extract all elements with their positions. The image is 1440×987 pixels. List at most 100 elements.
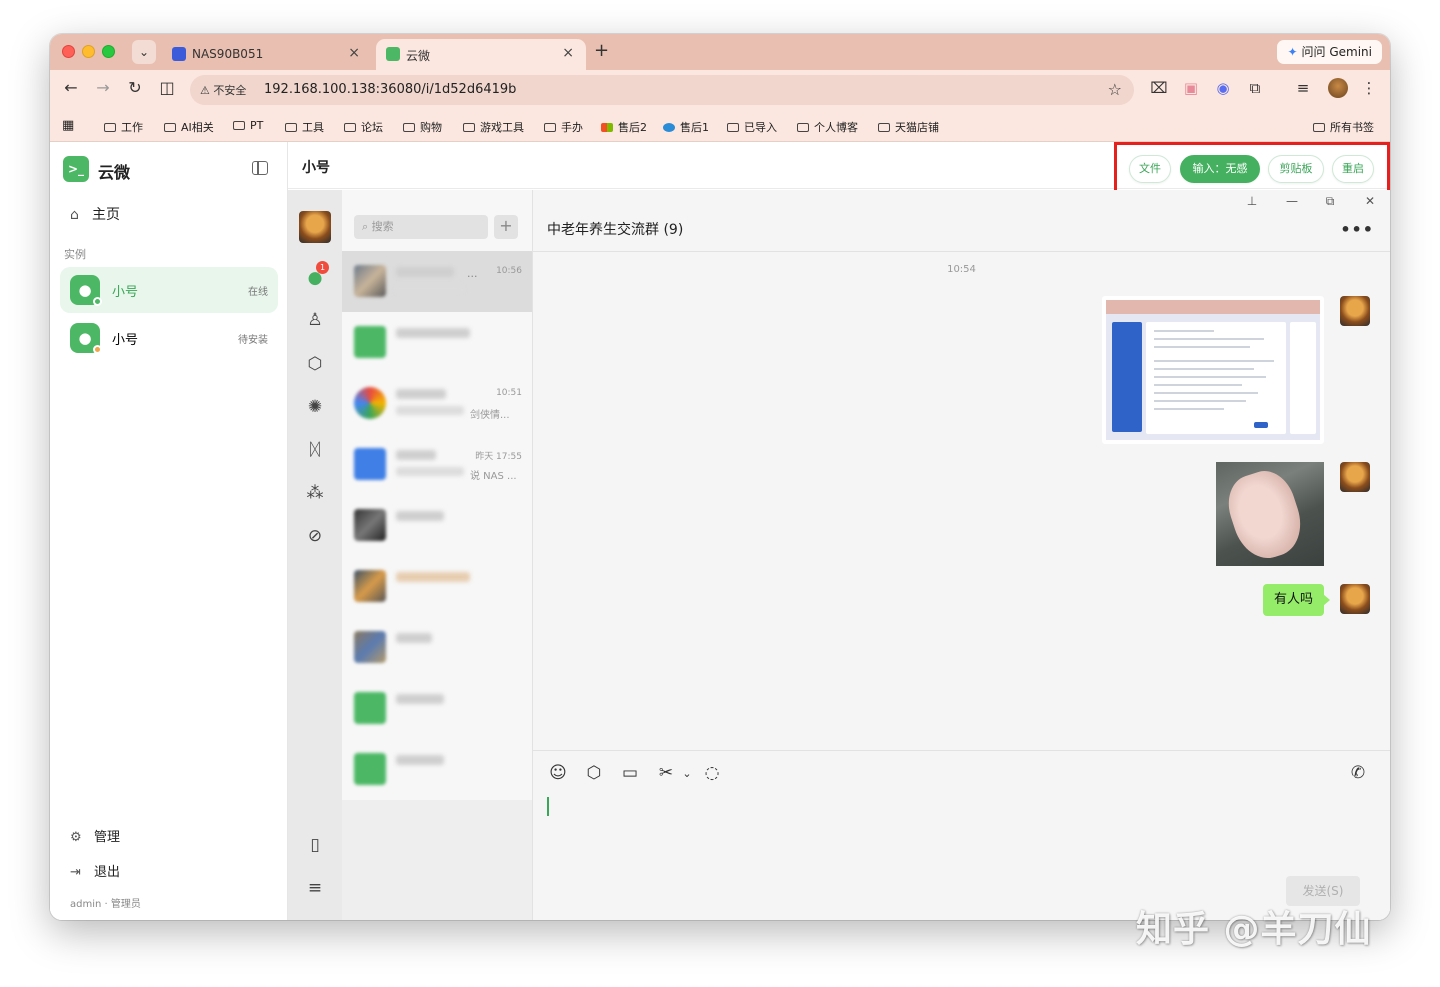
forward-arrow-icon[interactable]: → bbox=[92, 78, 114, 97]
tab-close-icon[interactable]: × bbox=[562, 45, 574, 61]
favorites-cube-icon[interactable]: ⬡ bbox=[288, 354, 342, 374]
chat-preview: 说 NAS ... bbox=[470, 471, 517, 482]
instance-item[interactable]: ● 小号 在线 bbox=[60, 267, 278, 313]
voice-call-icon[interactable]: ✆ bbox=[1347, 763, 1369, 783]
back-arrow-icon[interactable]: ← bbox=[60, 78, 82, 97]
address-bar[interactable]: ⚠ 不安全 192.168.100.138:36080/i/1d52d6419b… bbox=[190, 75, 1134, 105]
extension-blue-icon[interactable]: ◉ bbox=[1212, 79, 1234, 97]
avatar[interactable] bbox=[1340, 296, 1370, 326]
browser-tab-nas[interactable]: NAS90B051 × bbox=[162, 39, 372, 70]
bookmark-star-icon[interactable]: ☆ bbox=[1108, 80, 1122, 99]
text-input-caret[interactable] bbox=[547, 797, 549, 816]
all-bookmarks-folder[interactable]: 所有书签 bbox=[1313, 119, 1374, 135]
avatar[interactable] bbox=[1340, 462, 1370, 492]
browser-menu-icon[interactable]: ⋮ bbox=[1358, 79, 1380, 97]
instance-item[interactable]: ● 小号 待安装 bbox=[60, 315, 278, 361]
bookmark-link[interactable]: 售后1 bbox=[663, 119, 709, 135]
list-item[interactable] bbox=[342, 739, 532, 800]
search-discover-icon[interactable]: ⁂ bbox=[288, 483, 342, 503]
text-message-bubble[interactable]: 有人吗 bbox=[1262, 584, 1331, 616]
chat-avatar bbox=[354, 326, 386, 358]
minimize-window-button[interactable] bbox=[82, 45, 95, 58]
close-icon[interactable]: ✕ bbox=[1360, 194, 1380, 208]
browser-tab-yunwei[interactable]: 云微 × bbox=[376, 39, 586, 70]
sidebar-item-logout[interactable]: ⇥ 退出 bbox=[70, 861, 120, 880]
list-item[interactable]: 说 NAS ... 昨天 17:55 bbox=[342, 434, 532, 495]
list-item[interactable] bbox=[342, 617, 532, 678]
list-item[interactable] bbox=[342, 678, 532, 739]
bookmark-folder[interactable]: 购物 bbox=[403, 119, 442, 135]
bookmark-link[interactable]: 售后2 bbox=[601, 119, 647, 135]
bookmark-folder[interactable]: AI相关 bbox=[164, 119, 214, 135]
scissors-icon[interactable]: ✂ bbox=[655, 763, 677, 783]
maximize-window-button[interactable] bbox=[102, 45, 115, 58]
moments-aperture-icon[interactable]: ✺ bbox=[288, 397, 342, 417]
not-secure-badge[interactable]: ⚠ 不安全 bbox=[200, 82, 246, 98]
restore-icon[interactable]: ⧉ bbox=[1320, 194, 1340, 209]
phone-device-icon[interactable]: ▯ bbox=[288, 835, 342, 855]
bookmark-folder[interactable]: 天猫店铺 bbox=[878, 119, 939, 135]
conversation-panel: ⊥ — ⧉ ✕ 中老年养生交流群 (9) ••• 10:54 有人吗 ☺ ⬡ ▭… bbox=[532, 190, 1390, 920]
list-item[interactable] bbox=[342, 556, 532, 617]
profile-avatar[interactable] bbox=[1328, 78, 1348, 98]
sidebar-toggle-icon[interactable] bbox=[252, 161, 268, 175]
contacts-icon[interactable]: ♙ bbox=[288, 310, 342, 330]
apps-grid-icon[interactable]: ▦ bbox=[62, 118, 74, 133]
folder-icon bbox=[727, 123, 739, 132]
screenshot-image-message[interactable] bbox=[1102, 296, 1324, 444]
pin-icon[interactable]: ⊥ bbox=[1242, 194, 1262, 208]
mini-programs-icon[interactable]: ⊘ bbox=[288, 526, 342, 546]
ask-gemini-button[interactable]: ✦ 问问 Gemini bbox=[1277, 40, 1382, 64]
restart-button[interactable]: 重启 bbox=[1332, 155, 1374, 183]
add-chat-button[interactable]: + bbox=[494, 215, 518, 239]
reload-icon[interactable]: ↻ bbox=[124, 78, 146, 97]
bookmark-folder[interactable]: 工作 bbox=[104, 119, 143, 135]
emoji-icon[interactable]: ☺ bbox=[547, 763, 569, 783]
close-window-button[interactable] bbox=[62, 45, 75, 58]
sidebar-item-label: 管理 bbox=[94, 830, 121, 845]
list-item[interactable]: ... 10:56 bbox=[342, 251, 532, 312]
conversation-title: 中老年养生交流群 (9) bbox=[547, 222, 684, 238]
tab-search-chevron-icon[interactable]: ⌄ bbox=[132, 40, 156, 64]
chats-icon[interactable]: ● bbox=[288, 268, 342, 288]
tab-close-icon[interactable]: × bbox=[348, 45, 360, 61]
input-mode-button[interactable]: 输入：无感 bbox=[1180, 155, 1260, 183]
extension-pink-icon[interactable]: ▣ bbox=[1180, 79, 1202, 97]
avatar[interactable] bbox=[1340, 584, 1370, 614]
reading-list-icon[interactable]: ≡ bbox=[1292, 79, 1314, 97]
favorites-cube-icon[interactable]: ⬡ bbox=[583, 763, 605, 783]
url-text[interactable]: 192.168.100.138:36080/i/1d52d6419b bbox=[264, 82, 516, 97]
extensions-puzzle-icon[interactable]: ⧉ bbox=[1244, 79, 1266, 97]
folder-icon[interactable]: ▭ bbox=[619, 763, 641, 783]
more-options-icon[interactable]: ••• bbox=[1340, 220, 1374, 239]
pig-photo-message[interactable] bbox=[1216, 462, 1324, 566]
bookmark-folder[interactable]: PT bbox=[233, 119, 263, 132]
minimize-icon[interactable]: — bbox=[1282, 194, 1302, 208]
menu-icon[interactable]: ≡ bbox=[288, 878, 342, 898]
wechat-remote-screen[interactable]: ● 1 ♙ ⬡ ✺ ᛞ ⁂ ⊘ ▯ ≡ ⌕ 搜索 + ... 10:56 剑侠情… bbox=[288, 190, 1390, 920]
bookmark-folder[interactable]: 论坛 bbox=[344, 119, 383, 135]
split-view-icon[interactable]: ◫ bbox=[156, 78, 178, 97]
sidebar-item-manage[interactable]: ⚙ 管理 bbox=[70, 826, 120, 845]
search-input[interactable]: ⌕ 搜索 bbox=[354, 215, 488, 239]
channels-icon[interactable]: ᛞ bbox=[288, 440, 342, 460]
my-avatar[interactable] bbox=[299, 211, 331, 243]
list-item[interactable]: 剑侠情... 10:51 bbox=[342, 373, 532, 434]
bookmark-folder[interactable]: 游戏工具 bbox=[463, 119, 524, 135]
new-tab-button[interactable]: + bbox=[594, 40, 609, 61]
list-item[interactable] bbox=[342, 312, 532, 373]
list-item[interactable] bbox=[342, 495, 532, 556]
main-panel: 小号 文件 输入：无感 剪贴板 重启 ● 1 ♙ ⬡ ✺ ᛞ ⁂ ⊘ ▯ ≡ ⌕… bbox=[288, 142, 1390, 920]
file-button[interactable]: 文件 bbox=[1129, 155, 1171, 183]
sidebar-item-home[interactable]: ⌂ 主页 bbox=[70, 204, 120, 224]
bookmark-folder[interactable]: 个人博客 bbox=[797, 119, 858, 135]
bookmark-label: 手办 bbox=[561, 121, 583, 134]
chat-bubble-icon[interactable]: ◌ bbox=[701, 763, 723, 783]
bookmark-folder[interactable]: 已导入 bbox=[727, 119, 777, 135]
folder-icon bbox=[104, 123, 116, 132]
bookmark-folder[interactable]: 工具 bbox=[285, 119, 324, 135]
chevron-down-icon[interactable]: ⌄ bbox=[676, 767, 698, 780]
clipboard-button[interactable]: 剪贴板 bbox=[1268, 155, 1324, 183]
bookmark-folder[interactable]: 手办 bbox=[544, 119, 583, 135]
extension-screenshot-icon[interactable]: ⌧ bbox=[1148, 79, 1170, 97]
